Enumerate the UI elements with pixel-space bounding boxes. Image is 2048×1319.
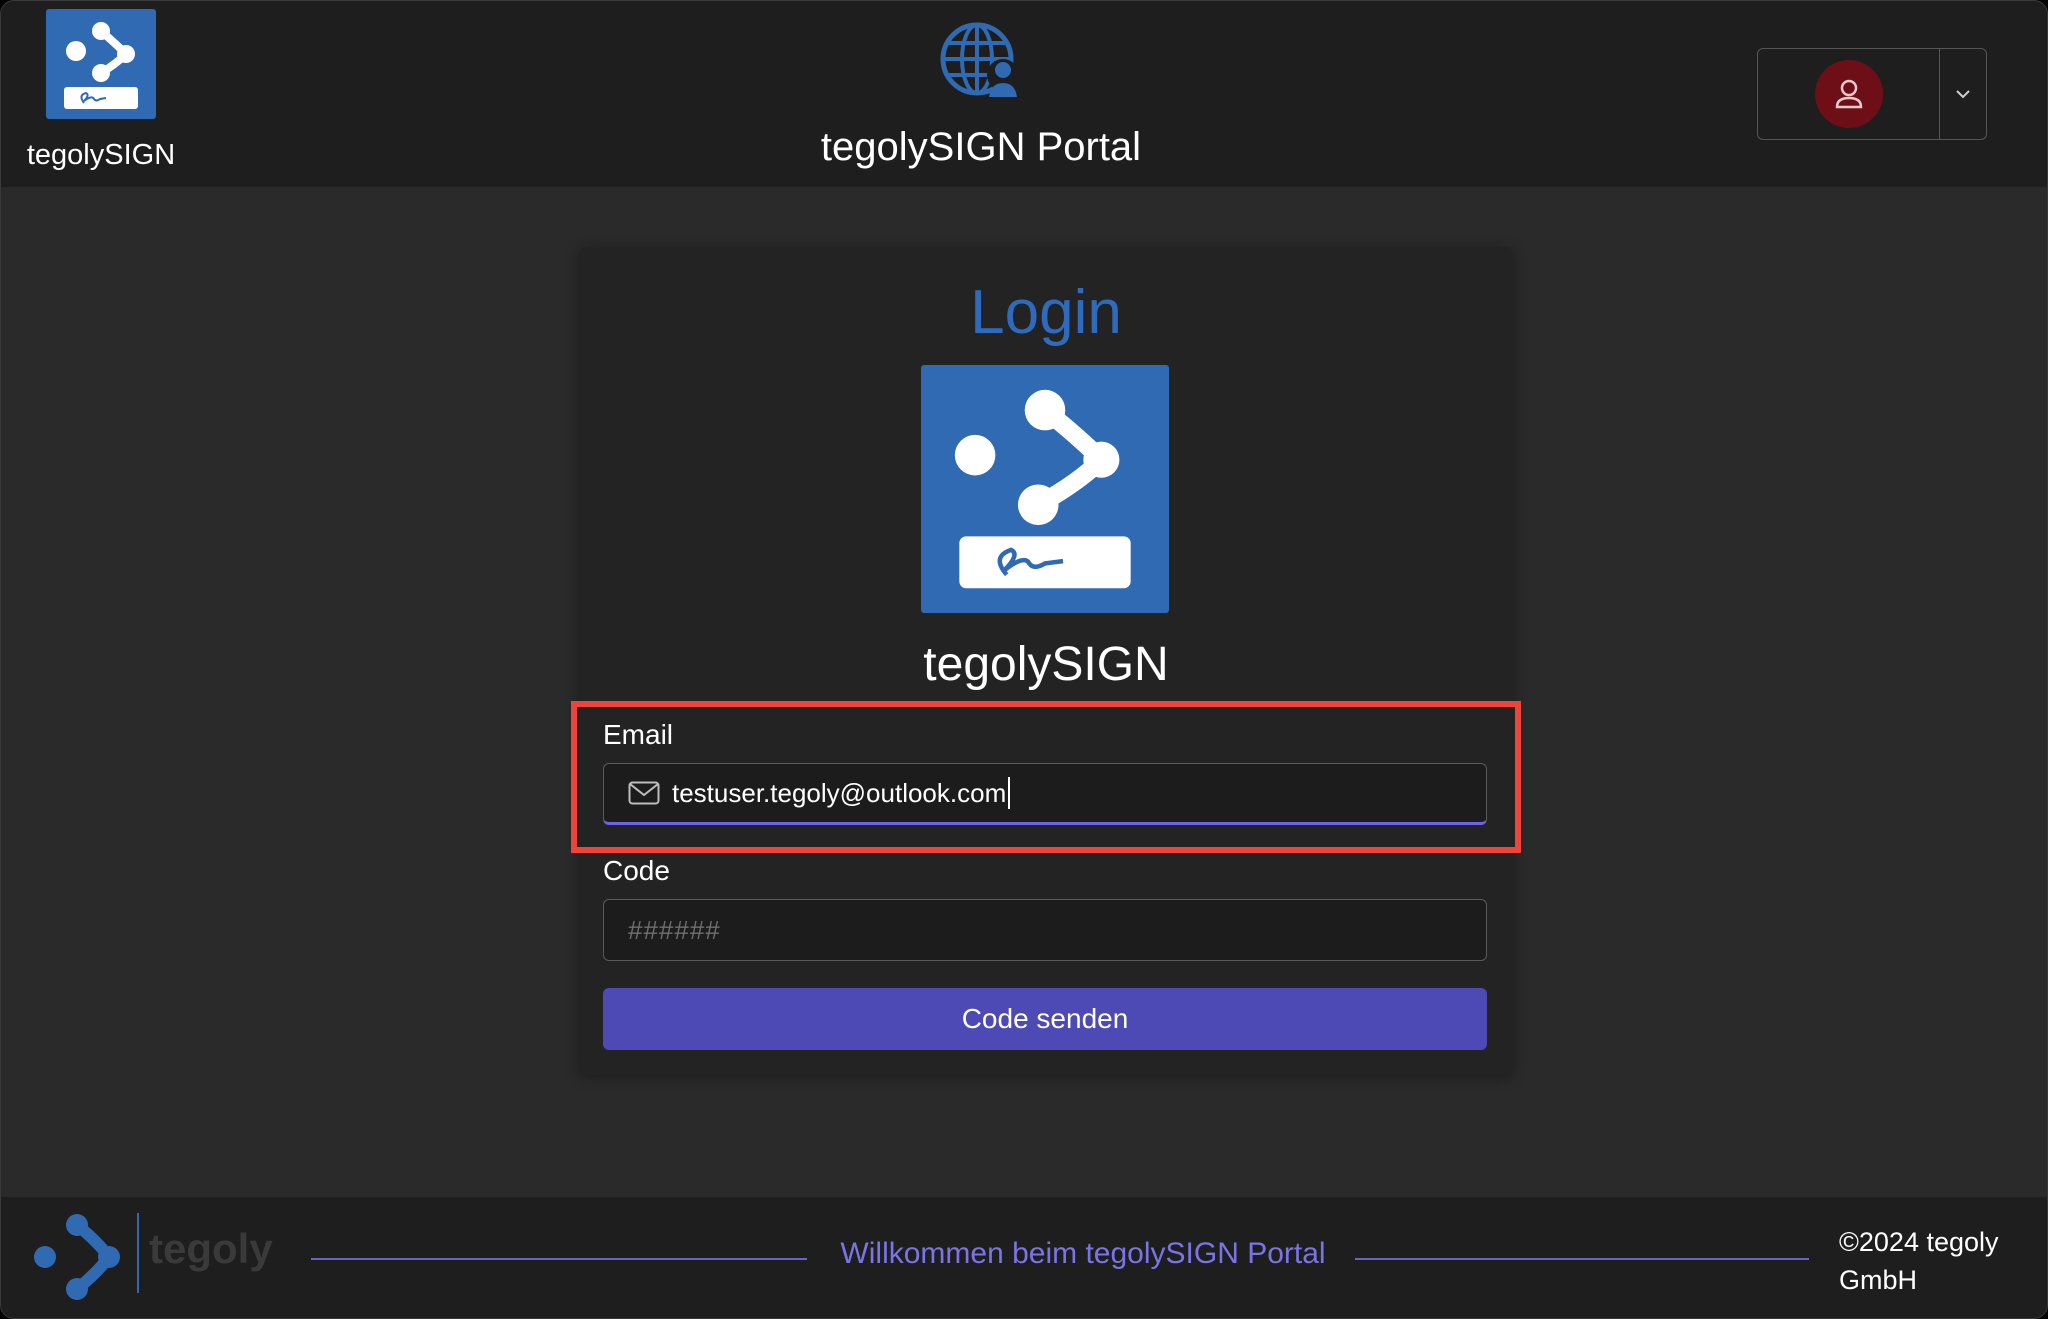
avatar-button[interactable] (1758, 49, 1940, 139)
user-menu[interactable] (1757, 48, 1987, 140)
avatar[interactable] (1814, 60, 1883, 128)
tegolysign-logo-icon (46, 9, 156, 119)
code-field[interactable]: ###### (603, 899, 1487, 961)
footer-line-left (311, 1258, 807, 1260)
send-code-button[interactable]: Code senden (603, 988, 1487, 1050)
email-highlight-box (571, 701, 1521, 853)
login-title: Login (970, 278, 1122, 347)
card-brand-name: tegolySIGN (923, 638, 1169, 691)
globe-user-icon (940, 22, 1019, 97)
code-label: Code (603, 855, 670, 886)
footer: tegoly Willkommen beim tegolySIGN Portal… (1, 1197, 2047, 1318)
header: tegolySIGN tegolySIGN Portal (1, 1, 2047, 187)
footer-company-name: tegoly (149, 1225, 273, 1272)
tegolysign-logo-icon (921, 365, 1169, 613)
tegoly-logo-icon (34, 1214, 120, 1300)
code-placeholder: ###### (628, 914, 721, 945)
portal-title: tegolySIGN Portal (820, 125, 1142, 169)
welcome-text: Willkommen beim tegolySIGN Portal (840, 1237, 1326, 1270)
app-window: tegolySIGN tegolySIGN Portal Login tegol… (0, 0, 2048, 1319)
footer-divider (137, 1213, 139, 1293)
copyright: ©2024 tegoly GmbH (1839, 1227, 1999, 1295)
header-brand-name: tegolySIGN (26, 139, 176, 171)
user-icon (1835, 79, 1862, 109)
login-card: Login tegolySIGN Email testuser.tegoly@o… (579, 247, 1513, 1075)
header-brand[interactable]: tegolySIGN (27, 9, 175, 179)
footer-line-right (1355, 1258, 1809, 1260)
chevron-down-icon (1956, 90, 1970, 99)
portal-heading: tegolySIGN Portal (781, 21, 1181, 171)
user-menu-toggle[interactable] (1940, 49, 1986, 139)
